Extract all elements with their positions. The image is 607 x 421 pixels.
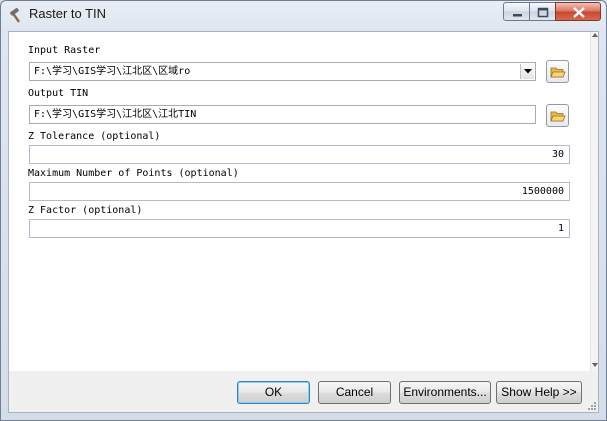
window-title: Raster to TIN — [29, 6, 107, 21]
vertical-scrollbar[interactable] — [590, 32, 598, 371]
resize-grip-icon[interactable] — [587, 401, 597, 411]
scroll-up-icon[interactable] — [592, 33, 598, 37]
cancel-button[interactable]: Cancel — [318, 381, 391, 404]
max-points-input[interactable]: 1500000 — [29, 182, 570, 201]
output-tin-label: Output TIN — [28, 88, 89, 99]
z-factor-label: Z Factor (optional) — [28, 205, 143, 216]
environments-button[interactable]: Environments... — [399, 381, 491, 404]
minimize-button[interactable] — [503, 2, 530, 21]
input-raster-label: Input Raster — [28, 45, 101, 56]
output-tin-value: F:\学习\GIS学习\江北区\江北TIN — [34, 109, 197, 120]
output-tin-browse-button[interactable] — [546, 104, 569, 127]
minimize-icon — [513, 14, 522, 17]
open-folder-icon — [550, 111, 566, 122]
maximize-icon — [537, 7, 549, 18]
chevron-down-icon — [524, 69, 532, 74]
show-help-button[interactable]: Show Help >> — [496, 381, 582, 404]
scroll-down-icon[interactable] — [592, 363, 598, 367]
parameters-panel: Input Raster F:\学习\GIS学习\江北区\区域ro Output… — [9, 32, 590, 371]
input-raster-combobox[interactable]: F:\学习\GIS学习\江北区\区域ro — [29, 62, 536, 81]
input-raster-dropdown-button[interactable] — [520, 64, 534, 79]
max-points-label: Maximum Number of Points (optional) — [28, 168, 239, 179]
ok-button[interactable]: OK — [237, 381, 310, 404]
z-factor-value: 1 — [557, 223, 564, 234]
z-factor-input[interactable]: 1 — [29, 219, 570, 238]
hammer-icon — [8, 7, 24, 23]
maximize-button[interactable] — [529, 2, 556, 21]
dialog-client: Input Raster F:\学习\GIS学习\江北区\区域ro Output… — [8, 31, 599, 413]
input-raster-value: F:\学习\GIS学习\江北区\区域ro — [34, 66, 191, 77]
close-icon — [573, 7, 585, 18]
input-raster-browse-button[interactable] — [546, 60, 569, 83]
dialog-window: Raster to TIN Input Raster F:\学习\GIS学习\江… — [0, 0, 607, 421]
close-button[interactable] — [555, 2, 601, 21]
output-tin-input[interactable]: F:\学习\GIS学习\江北区\江北TIN — [29, 105, 536, 124]
z-tolerance-label: Z Tolerance (optional) — [28, 131, 161, 142]
open-folder-icon — [550, 67, 566, 78]
title-bar[interactable]: Raster to TIN — [1, 1, 606, 27]
max-points-value: 1500000 — [521, 186, 564, 197]
z-tolerance-value: 30 — [551, 149, 564, 160]
z-tolerance-input[interactable]: 30 — [29, 145, 570, 164]
